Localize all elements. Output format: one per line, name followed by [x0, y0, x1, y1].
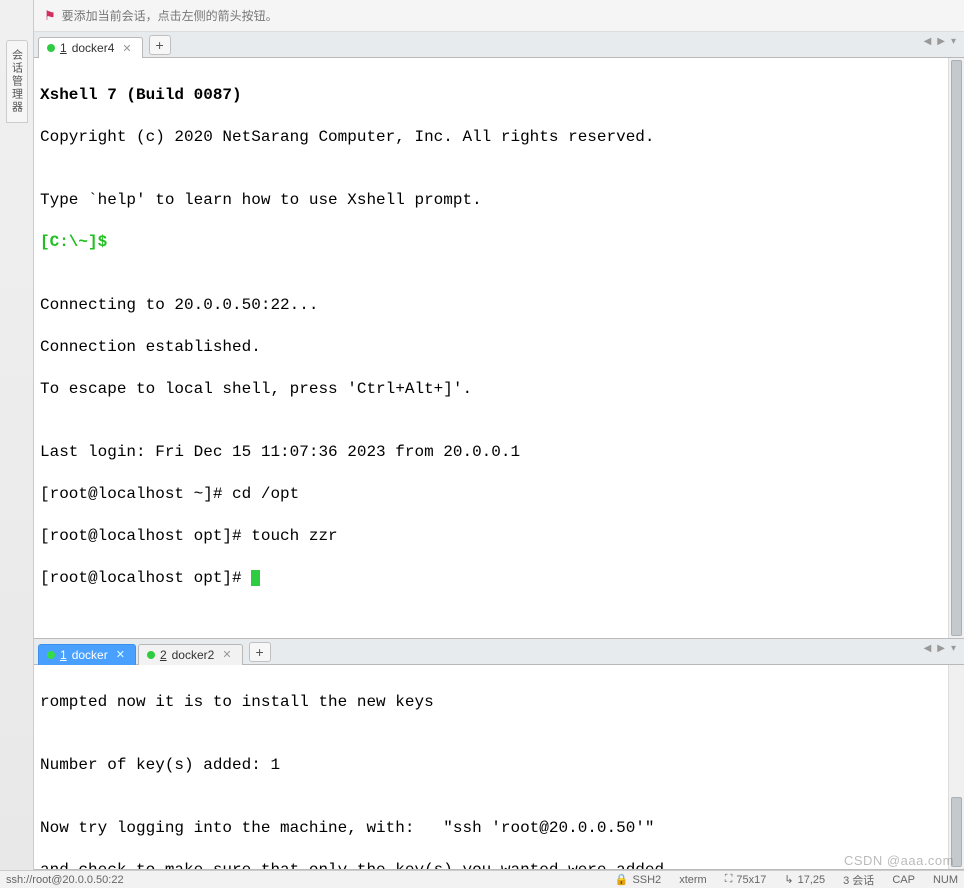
upper-tab-strip: 1 docker4 ✕ + ◀ ▶ ▾: [34, 32, 964, 58]
main-area: ⚑ 要添加当前会话，点击左侧的箭头按钮。 1 docker4 ✕ + ◀ ▶ ▾…: [34, 0, 964, 870]
term-line: Now try logging into the machine, with: …: [40, 818, 958, 839]
tab-label: docker: [72, 648, 108, 662]
status-connection: ssh://root@20.0.0.50:22: [6, 874, 124, 886]
term-line: To escape to local shell, press 'Ctrl+Al…: [40, 379, 958, 400]
tab-next-icon[interactable]: ▶: [935, 36, 947, 47]
term-prompt: [C:\~]$: [40, 232, 958, 253]
lock-icon: 🔒: [615, 873, 629, 886]
status-dot-icon: [47, 44, 55, 52]
term-line: Connection established.: [40, 337, 958, 358]
tab-prev-icon[interactable]: ◀: [922, 643, 934, 654]
add-tab-button[interactable]: +: [249, 642, 271, 662]
tab-label: docker2: [172, 648, 215, 662]
flag-icon: ⚑: [44, 8, 56, 24]
status-dot-icon: [47, 651, 55, 659]
term-prompt-active: [root@localhost opt]#: [40, 568, 958, 589]
tab-docker[interactable]: 1 docker ✕: [38, 644, 136, 665]
term-line: and check to make sure that only the key…: [40, 860, 958, 871]
term-line: [root@localhost opt]# touch zzr: [40, 526, 958, 547]
status-sessions: 3 会话: [843, 872, 874, 888]
watermark: CSDN @aaa.com: [844, 853, 954, 868]
tab-label: docker4: [72, 41, 115, 55]
hint-bar: ⚑ 要添加当前会话，点击左侧的箭头按钮。: [34, 0, 964, 32]
tab-menu-icon[interactable]: ▾: [949, 36, 958, 47]
tab-number: 1: [60, 41, 67, 55]
close-icon[interactable]: ✕: [116, 648, 125, 661]
term-line: Last login: Fri Dec 15 11:07:36 2023 fro…: [40, 442, 958, 463]
tab-number: 2: [160, 648, 167, 662]
session-manager-tab[interactable]: 会话管理器: [6, 40, 28, 123]
status-num: NUM: [933, 874, 958, 886]
scrollbar[interactable]: [948, 58, 964, 638]
status-bar: ssh://root@20.0.0.50:22 🔒 SSH2 xterm ⛶ 7…: [0, 870, 964, 888]
term-line: Number of key(s) added: 1: [40, 755, 958, 776]
tab-menu-icon[interactable]: ▾: [949, 643, 958, 654]
status-caps: CAP: [892, 874, 915, 886]
scroll-thumb[interactable]: [951, 60, 962, 636]
cursor-pos-icon: ↳: [784, 873, 793, 886]
hint-text: 要添加当前会话，点击左侧的箭头按钮。: [62, 7, 278, 24]
term-line: Xshell 7 (Build 0087): [40, 85, 958, 106]
close-icon[interactable]: ✕: [122, 42, 131, 55]
status-protocol: 🔒 SSH2: [615, 873, 661, 886]
term-line: [root@localhost ~]# cd /opt: [40, 484, 958, 505]
terminal-upper[interactable]: Xshell 7 (Build 0087) Copyright (c) 2020…: [34, 58, 964, 639]
status-dot-icon: [147, 651, 155, 659]
term-line: Connecting to 20.0.0.50:22...: [40, 295, 958, 316]
tab-scroll-controls: ◀ ▶ ▾: [922, 643, 958, 654]
close-icon[interactable]: ✕: [222, 648, 231, 661]
terminal-lower[interactable]: rompted now it is to install the new key…: [34, 665, 964, 871]
status-size: ⛶ 75x17: [725, 873, 767, 886]
resize-icon: ⛶: [725, 873, 733, 886]
tab-docker2[interactable]: 2 docker2 ✕: [138, 644, 243, 665]
term-line: rompted now it is to install the new key…: [40, 692, 958, 713]
tab-prev-icon[interactable]: ◀: [922, 36, 934, 47]
status-cursor-pos: ↳ 17,25: [784, 873, 825, 886]
add-tab-button[interactable]: +: [149, 35, 171, 55]
tab-number: 1: [60, 648, 67, 662]
status-term-type: xterm: [679, 874, 707, 886]
side-panel: 会话管理器: [0, 0, 34, 888]
tab-docker4[interactable]: 1 docker4 ✕: [38, 37, 143, 58]
tab-next-icon[interactable]: ▶: [935, 643, 947, 654]
term-line: Type `help' to learn how to use Xshell p…: [40, 190, 958, 211]
lower-tab-strip: 1 docker ✕ 2 docker2 ✕ + ◀ ▶ ▾: [34, 639, 964, 665]
tab-scroll-controls: ◀ ▶ ▾: [922, 36, 958, 47]
term-line: Copyright (c) 2020 NetSarang Computer, I…: [40, 127, 958, 148]
cursor-icon: [251, 570, 260, 586]
scrollbar[interactable]: [948, 665, 964, 870]
